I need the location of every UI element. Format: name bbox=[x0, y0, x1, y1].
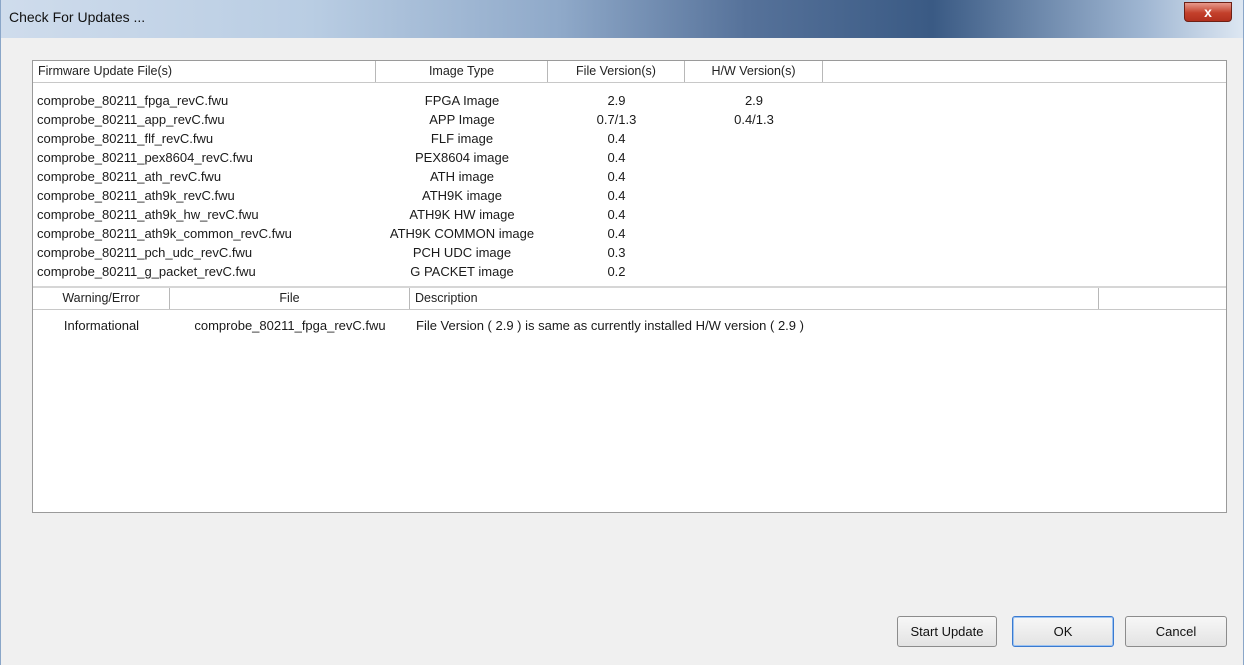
check-for-updates-dialog: Check For Updates ... x Firmware Update … bbox=[0, 0, 1244, 665]
table-row[interactable]: comprobe_80211_pch_udc_revC.fwu PCH UDC … bbox=[33, 243, 1226, 262]
image-type-cell: ATH9K HW image bbox=[409, 207, 515, 222]
table-row[interactable]: comprobe_80211_app_revC.fwu APP Image 0.… bbox=[33, 110, 1226, 129]
hw-version-cell bbox=[685, 167, 823, 186]
firmware-file-cell: comprobe_80211_fpga_revC.fwu bbox=[37, 93, 229, 108]
firmware-file-cell: comprobe_80211_pex8604_revC.fwu bbox=[37, 150, 253, 165]
warning-level-cell: Informational bbox=[63, 318, 140, 333]
table-row[interactable]: comprobe_80211_ath_revC.fwu ATH image 0.… bbox=[33, 167, 1226, 186]
hw-version-cell bbox=[685, 148, 823, 167]
table-row[interactable]: comprobe_80211_g_packet_revC.fwu G PACKE… bbox=[33, 262, 1226, 281]
hw-version-cell bbox=[685, 243, 823, 262]
image-type-cell: ATH9K COMMON image bbox=[389, 226, 535, 241]
hw-version-cell bbox=[685, 205, 823, 224]
hw-version-cell bbox=[685, 129, 823, 148]
column-header-file-version[interactable]: File Version(s) bbox=[548, 61, 685, 82]
table-row[interactable]: comprobe_80211_pex8604_revC.fwu PEX8604 … bbox=[33, 148, 1226, 167]
table-row[interactable]: Informational comprobe_80211_fpga_revC.f… bbox=[33, 316, 1226, 335]
hw-version-cell: 2.9 bbox=[744, 93, 764, 108]
updates-panel: Firmware Update File(s) Image Type File … bbox=[32, 60, 1227, 513]
start-update-button[interactable]: Start Update bbox=[897, 616, 997, 647]
image-type-cell: ATH image bbox=[429, 169, 495, 184]
file-version-cell: 0.4 bbox=[607, 150, 626, 165]
image-type-cell: PCH UDC image bbox=[412, 245, 512, 260]
column-header-hw-version[interactable]: H/W Version(s) bbox=[685, 61, 823, 82]
close-button[interactable]: x bbox=[1184, 2, 1232, 22]
file-version-cell: 0.4 bbox=[607, 207, 626, 222]
firmware-file-cell: comprobe_80211_g_packet_revC.fwu bbox=[37, 264, 256, 279]
firmware-file-cell: comprobe_80211_ath9k_hw_revC.fwu bbox=[37, 207, 259, 222]
file-version-cell: 0.4 bbox=[607, 226, 626, 241]
table-row[interactable]: comprobe_80211_ath9k_common_revC.fwu ATH… bbox=[33, 224, 1226, 243]
image-type-cell: FLF image bbox=[430, 131, 494, 146]
hw-version-cell bbox=[685, 262, 823, 281]
firmware-table-header: Firmware Update File(s) Image Type File … bbox=[33, 61, 1226, 83]
hw-version-cell bbox=[685, 186, 823, 205]
firmware-file-cell: comprobe_80211_ath_revC.fwu bbox=[37, 169, 222, 184]
firmware-file-cell: comprobe_80211_ath9k_revC.fwu bbox=[37, 188, 235, 203]
image-type-cell: PEX8604 image bbox=[415, 150, 509, 165]
messages-table-header: Warning/Error File Description bbox=[33, 288, 1226, 310]
close-icon: x bbox=[1204, 4, 1212, 20]
image-type-cell: G PACKET image bbox=[410, 264, 514, 279]
file-version-cell: 0.4 bbox=[607, 188, 626, 203]
table-row[interactable]: comprobe_80211_ath9k_hw_revC.fwu ATH9K H… bbox=[33, 205, 1226, 224]
file-version-cell: 0.4 bbox=[607, 169, 626, 184]
message-file-cell: comprobe_80211_fpga_revC.fwu bbox=[194, 318, 386, 333]
firmware-file-cell: comprobe_80211_app_revC.fwu bbox=[37, 112, 225, 127]
hw-version-cell bbox=[685, 224, 823, 243]
window-title: Check For Updates ... bbox=[9, 9, 146, 25]
image-type-cell: ATH9K image bbox=[422, 188, 502, 203]
column-header-firmware-file[interactable]: Firmware Update File(s) bbox=[33, 61, 376, 82]
hw-version-cell: 0.4/1.3 bbox=[734, 112, 774, 127]
firmware-file-cell: comprobe_80211_pch_udc_revC.fwu bbox=[37, 245, 253, 260]
file-version-cell: 0.3 bbox=[607, 245, 626, 260]
file-version-cell: 0.7/1.3 bbox=[596, 112, 637, 127]
file-version-cell: 0.2 bbox=[607, 264, 626, 279]
column-header-file[interactable]: File bbox=[170, 288, 410, 309]
image-type-cell: APP Image bbox=[429, 112, 495, 127]
ok-button[interactable]: OK bbox=[1012, 616, 1114, 647]
column-header-warning-error[interactable]: Warning/Error bbox=[33, 288, 170, 309]
table-row[interactable]: comprobe_80211_ath9k_revC.fwu ATH9K imag… bbox=[33, 186, 1226, 205]
file-version-cell: 2.9 bbox=[607, 93, 626, 108]
description-cell: File Version ( 2.9 ) is same as currentl… bbox=[416, 318, 804, 333]
cancel-button[interactable]: Cancel bbox=[1125, 616, 1227, 647]
title-bar[interactable]: Check For Updates ... x bbox=[1, 0, 1243, 38]
firmware-file-cell: comprobe_80211_ath9k_common_revC.fwu bbox=[37, 226, 292, 241]
column-header-description[interactable]: Description bbox=[410, 288, 1099, 309]
firmware-file-cell: comprobe_80211_flf_revC.fwu bbox=[37, 131, 214, 146]
image-type-cell: FPGA Image bbox=[424, 93, 500, 108]
table-row[interactable]: comprobe_80211_flf_revC.fwu FLF image 0.… bbox=[33, 129, 1226, 148]
column-header-image-type[interactable]: Image Type bbox=[376, 61, 548, 82]
file-version-cell: 0.4 bbox=[607, 131, 626, 146]
table-row[interactable]: comprobe_80211_fpga_revC.fwu FPGA Image … bbox=[33, 91, 1226, 110]
